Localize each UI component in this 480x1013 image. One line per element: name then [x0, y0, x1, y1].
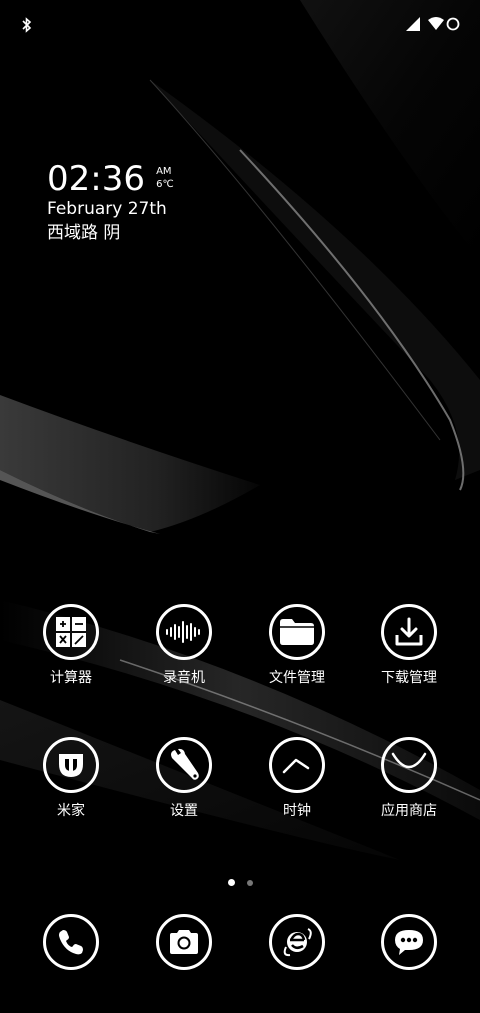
app-file-manager[interactable]: 文件管理 — [247, 604, 347, 687]
app-settings[interactable]: 设置 — [134, 737, 234, 820]
sound-recorder-icon — [166, 621, 200, 643]
dock-browser[interactable] — [247, 914, 347, 970]
cellular-signal-icon — [406, 17, 420, 31]
dock-messages[interactable] — [359, 914, 459, 970]
wifi-icon — [428, 17, 444, 30]
mijia-icon — [59, 754, 83, 777]
app-download-manager[interactable]: 下载管理 — [359, 604, 459, 687]
app-mijia[interactable]: 米家 — [21, 737, 121, 820]
weather-temperature: 6℃ — [156, 179, 174, 190]
dock-camera[interactable] — [134, 914, 234, 970]
app-label: 下载管理 — [381, 670, 437, 686]
camera-icon — [170, 930, 198, 954]
page-dot[interactable] — [246, 879, 253, 886]
clock-icon — [282, 758, 310, 774]
battery-icon — [446, 17, 460, 31]
clock-ampm: AM — [156, 166, 172, 177]
app-label: 文件管理 — [269, 670, 325, 686]
app-calculator[interactable]: 计算器 — [21, 604, 121, 687]
app-store-icon — [391, 752, 427, 769]
messages-icon — [395, 930, 423, 955]
calculator-icon — [56, 617, 86, 647]
dock-phone[interactable] — [21, 914, 121, 970]
app-label: 计算器 — [50, 670, 92, 686]
wrench-icon — [171, 748, 199, 780]
clock-date: February 27th — [47, 199, 167, 219]
clock-time: 02:36 — [47, 159, 145, 199]
weather-location: 西域路 阴 — [47, 223, 121, 243]
status-bar — [0, 0, 480, 48]
clock-widget[interactable]: 02:36 AM 6℃ February 27th 西域路 阴 — [47, 160, 174, 244]
bluetooth-icon — [22, 17, 32, 33]
wallpaper — [0, 0, 480, 1013]
phone-icon — [59, 930, 83, 955]
app-label: 米家 — [57, 803, 85, 819]
app-store[interactable]: 应用商店 — [359, 737, 459, 820]
app-label: 时钟 — [283, 803, 311, 819]
app-label: 设置 — [170, 803, 198, 819]
app-sound-recorder[interactable]: 录音机 — [134, 604, 234, 687]
folder-icon — [280, 619, 314, 645]
app-label: 应用商店 — [381, 803, 437, 819]
app-clock[interactable]: 时钟 — [247, 737, 347, 820]
page-indicator — [0, 872, 480, 891]
download-icon — [395, 617, 423, 646]
browser-icon — [283, 928, 312, 957]
app-label: 录音机 — [163, 670, 205, 686]
page-dot-active[interactable] — [227, 879, 235, 886]
